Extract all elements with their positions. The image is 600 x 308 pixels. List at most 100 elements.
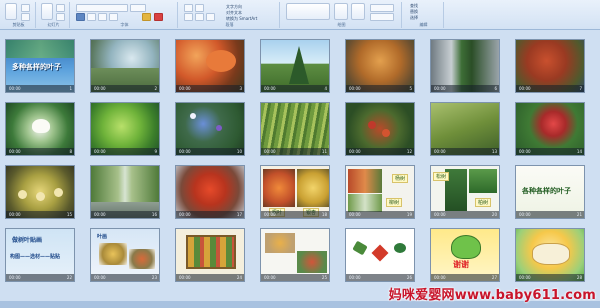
font-size-select[interactable] <box>130 4 146 12</box>
underline-button[interactable] <box>98 13 107 21</box>
flower-dot <box>190 113 196 119</box>
copy-button[interactable] <box>21 13 30 21</box>
slide-meta: 00:00 <box>6 85 74 92</box>
slide-meta: 00:00 <box>516 274 584 281</box>
slide-title: 叶画 <box>97 234 108 240</box>
italic-button[interactable] <box>87 13 96 21</box>
slide-meta: 00:00 <box>346 274 414 281</box>
ribbon-group-clipboard: 剪贴板 <box>2 2 36 28</box>
slide-thumbnail[interactable]: 00:00 7 <box>515 39 585 93</box>
slide-number: 23 <box>151 275 157 280</box>
slide-meta: 00:00 <box>346 85 414 92</box>
bold-button[interactable] <box>76 13 85 21</box>
ginkgo-fruit <box>36 192 45 201</box>
shape-fill-button[interactable] <box>370 4 394 12</box>
align-center-button[interactable] <box>195 13 204 21</box>
slide-caption: 松树 <box>433 172 450 181</box>
slide-thumbnail[interactable]: 00:00 26 <box>345 228 415 282</box>
slide-thumbnail[interactable]: 00:00 10 <box>175 102 245 156</box>
slide-thumbnail[interactable]: 00:00 5 <box>345 39 415 93</box>
ribbon-group-slides: 幻灯片 <box>38 2 70 28</box>
slide-thumbnail[interactable]: 00:00 8 <box>5 102 75 156</box>
arrange-button[interactable] <box>334 3 348 20</box>
slide-thumbnail[interactable]: 各种各样的叶子 00:00 21 <box>515 165 585 219</box>
willow-photo <box>348 194 382 212</box>
font-color-button[interactable] <box>142 13 151 21</box>
slide-number: 11 <box>321 149 327 154</box>
leaf-art-photo <box>129 249 155 269</box>
slide-thumbnail[interactable]: 00:00 11 <box>260 102 330 156</box>
slide-thumbnail[interactable]: 杨树 柳树 00:00 19 <box>345 165 415 219</box>
select-button[interactable]: 选择 <box>410 15 418 21</box>
slide-meta: 00:00 <box>431 274 499 281</box>
slide-thumbnail[interactable]: 00:00 4 <box>260 39 330 93</box>
numbering-button[interactable] <box>195 4 204 12</box>
leaf-icon <box>394 243 406 253</box>
slide-meta: 00:00 <box>516 148 584 155</box>
slide-thumbnail[interactable]: 00:00 6 <box>430 39 500 93</box>
slide-meta: 00:00 <box>431 148 499 155</box>
slide-number: 8 <box>69 149 72 154</box>
slide-thumbnail[interactable]: 做树叶贴画 构图——选材——贴贴 00:00 22 <box>5 228 75 282</box>
slide-thumbnail[interactable]: 00:00 14 <box>515 102 585 156</box>
shadow-button[interactable] <box>109 13 118 21</box>
ribbon-group-label: 幻灯片 <box>47 22 60 27</box>
slide-thumbnail[interactable]: 00:00 13 <box>430 102 500 156</box>
layout-button[interactable] <box>56 4 65 12</box>
lotus-photo <box>32 119 50 133</box>
ribbon-group-label: 绘图 <box>337 22 346 27</box>
font-name-select[interactable] <box>76 4 128 12</box>
ribbon-group-drawing: 绘图 <box>282 2 402 28</box>
slide-title: 各种各样的叶子 <box>522 187 571 195</box>
leaf-icon <box>371 244 389 262</box>
slide-number: 3 <box>239 86 242 91</box>
shape-outline-button[interactable] <box>370 13 394 21</box>
slide-caption: 柳树 <box>386 198 403 207</box>
watermark-text: 妈咪爱婴网www.baby611.com <box>388 288 596 303</box>
slide-meta: 00:00 <box>176 148 244 155</box>
slide-meta: 00:00 <box>261 148 329 155</box>
slide-meta: 00:00 <box>261 274 329 281</box>
slide-number: 13 <box>491 149 497 154</box>
bullets-button[interactable] <box>184 4 193 12</box>
slide-number: 14 <box>576 149 582 154</box>
slide-subtitle: 构图——选材——贴贴 <box>10 254 61 260</box>
clear-format-button[interactable] <box>154 13 163 21</box>
new-slide-button[interactable] <box>41 3 53 20</box>
slide-thumbnail[interactable]: 00:00 9 <box>90 102 160 156</box>
slide-thumbnail[interactable]: 多种各样的叶子 00:00 1 <box>5 39 75 93</box>
slide-meta: 00:00 <box>261 85 329 92</box>
slide-number: 2 <box>154 86 157 91</box>
reset-button[interactable] <box>56 13 65 21</box>
slide-number: 12 <box>406 149 412 154</box>
slide-thumbnail[interactable]: 松树 柏树 00:00 20 <box>430 165 500 219</box>
slide-number: 18 <box>321 212 327 217</box>
ribbon-group-label: 剪贴板 <box>12 22 25 27</box>
slide-thumbnail[interactable]: 谢谢 00:00 27 <box>430 228 500 282</box>
slide-number: 21 <box>576 212 582 217</box>
slide-thumbnail[interactable]: 叶画 00:00 23 <box>90 228 160 282</box>
slide-thumbnail[interactable]: 00:00 28 <box>515 228 585 282</box>
slide-meta: 00:00 <box>346 148 414 155</box>
quick-styles-button[interactable] <box>351 3 365 20</box>
slide-thumbnail[interactable]: 00:00 15 <box>5 165 75 219</box>
slide-thumbnail[interactable]: 00:00 25 <box>260 228 330 282</box>
slide-thumbnail[interactable]: 00:00 3 <box>175 39 245 93</box>
slide-number: 5 <box>409 86 412 91</box>
slide-title: 谢谢 <box>453 260 469 269</box>
shapes-gallery[interactable] <box>286 3 330 20</box>
align-right-button[interactable] <box>206 13 215 21</box>
cut-button[interactable] <box>21 4 30 12</box>
slide-thumbnail[interactable]: 枫叶 银杏 00:00 18 <box>260 165 330 219</box>
paste-button[interactable] <box>5 3 17 20</box>
slide-number: 25 <box>321 275 327 280</box>
slide-thumbnail[interactable]: 00:00 2 <box>90 39 160 93</box>
slide-thumbnail[interactable]: 00:00 16 <box>90 165 160 219</box>
slide-meta: 00:00 <box>6 274 74 281</box>
align-left-button[interactable] <box>184 13 193 21</box>
slide-thumbnail[interactable]: 00:00 24 <box>175 228 245 282</box>
slide-thumbnail[interactable]: 00:00 12 <box>345 102 415 156</box>
slide-meta: 00:00 <box>176 211 244 218</box>
slide-thumbnail[interactable]: 00:00 17 <box>175 165 245 219</box>
slide-meta: 00:00 <box>6 148 74 155</box>
